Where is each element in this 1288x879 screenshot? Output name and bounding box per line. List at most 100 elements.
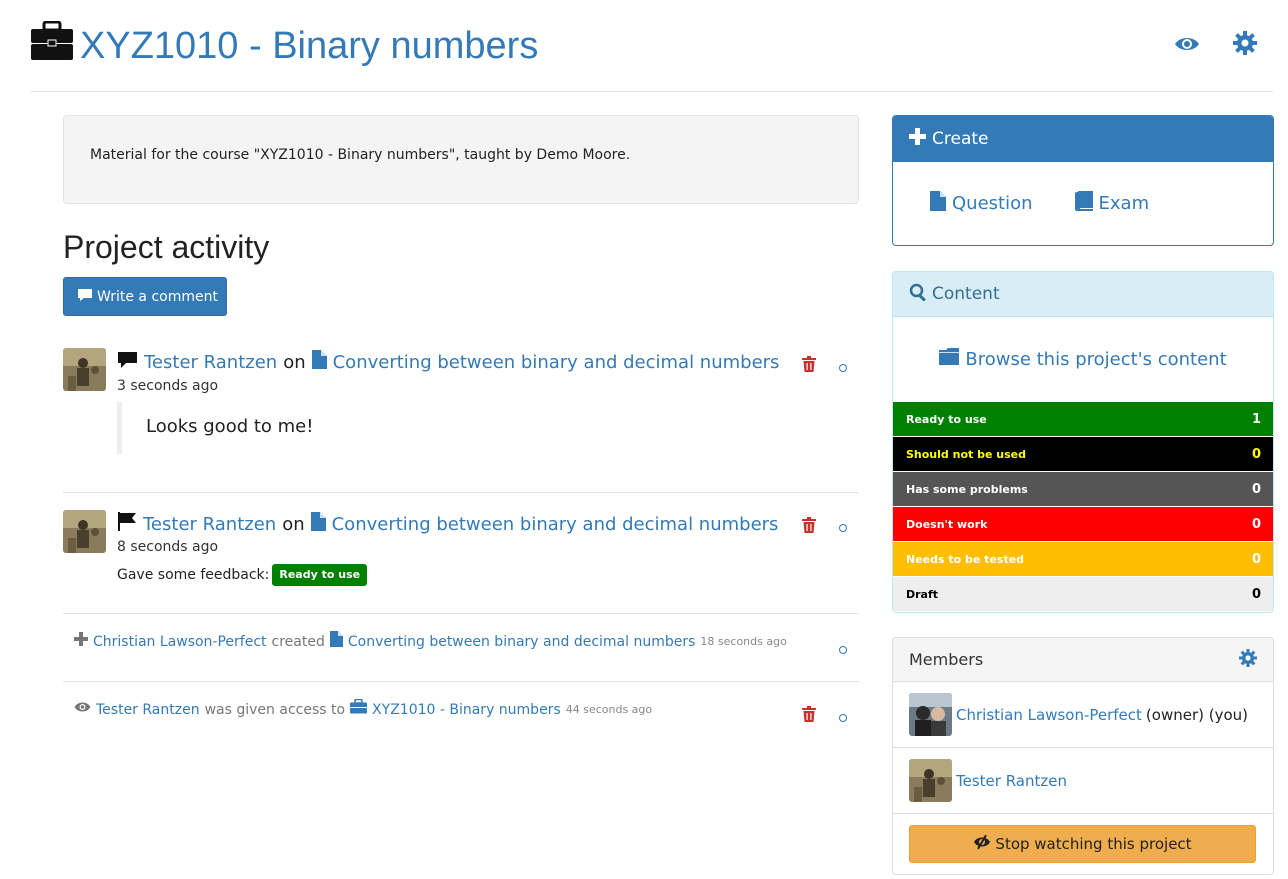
gear-icon[interactable] bbox=[1239, 648, 1257, 671]
member-role: (owner) (you) bbox=[1145, 705, 1249, 724]
status-label: Should not be used bbox=[906, 447, 1026, 461]
status-label: Needs to be tested bbox=[906, 552, 1025, 566]
write-comment-button[interactable]: Write a comment bbox=[63, 277, 227, 316]
trash-icon[interactable] bbox=[802, 517, 816, 533]
member-name-link[interactable]: Tester Rantzen bbox=[956, 772, 1067, 790]
divider bbox=[63, 681, 859, 682]
file-icon bbox=[930, 191, 946, 216]
gear-icon[interactable] bbox=[1233, 31, 1257, 55]
feedback-line: Gave some feedback: Ready to use bbox=[117, 564, 368, 586]
browse-content-link[interactable]: Browse this project's content bbox=[893, 317, 1273, 401]
question-link[interactable]: Converting between binary and decimal nu… bbox=[332, 513, 779, 537]
status-row[interactable]: Ready to use 1 bbox=[893, 401, 1273, 436]
plus-icon bbox=[909, 128, 926, 150]
eye-slash-icon bbox=[973, 834, 991, 854]
status-count: 0 bbox=[1251, 586, 1261, 602]
status-row[interactable]: Draft 0 bbox=[893, 576, 1273, 611]
feedback-prefix: Gave some feedback: bbox=[117, 567, 270, 583]
eye-icon[interactable] bbox=[1174, 31, 1200, 57]
eye-icon bbox=[74, 700, 91, 720]
divider bbox=[63, 492, 859, 493]
activity-item-3: Christian Lawson-Perfect created Convert… bbox=[74, 631, 787, 653]
write-comment-label: Write a comment bbox=[97, 288, 218, 305]
user-link[interactable]: Tester Rantzen bbox=[144, 351, 277, 375]
status-row[interactable]: Needs to be tested 0 bbox=[893, 541, 1273, 576]
permalink-icon[interactable] bbox=[839, 524, 847, 532]
page-title: XYZ1010 - Binary numbers bbox=[80, 25, 539, 67]
create-question-label: Question bbox=[952, 193, 1033, 214]
stop-watching-button[interactable]: Stop watching this project bbox=[909, 825, 1256, 863]
user-link[interactable]: Tester Rantzen bbox=[96, 700, 200, 720]
trash-icon[interactable] bbox=[802, 356, 816, 372]
question-link[interactable]: Converting between binary and decimal nu… bbox=[348, 632, 696, 652]
on-text: on bbox=[283, 352, 306, 373]
activity-item-2-header: Tester Rantzen on Converting between bin… bbox=[117, 511, 778, 538]
status-label: Doesn't work bbox=[906, 517, 988, 531]
permalink-icon[interactable] bbox=[839, 364, 847, 372]
member-row: Tester Rantzen bbox=[893, 748, 1273, 814]
comment-icon bbox=[117, 351, 138, 376]
status-count: 0 bbox=[1251, 516, 1261, 532]
briefcase-icon bbox=[350, 698, 368, 720]
member-name-link[interactable]: Christian Lawson-Perfect bbox=[956, 706, 1142, 724]
avatar[interactable] bbox=[63, 510, 106, 553]
create-exam-label: Exam bbox=[1098, 193, 1150, 214]
folder-icon bbox=[939, 348, 960, 370]
avatar[interactable] bbox=[909, 759, 952, 802]
create-panel-heading: Create bbox=[893, 116, 1273, 162]
status-badge: Ready to use bbox=[272, 564, 368, 586]
file-icon bbox=[329, 631, 343, 653]
status-list: Ready to use 1 Should not be used 0 Has some… bbox=[893, 401, 1273, 611]
book-icon bbox=[1074, 191, 1093, 216]
create-question-link[interactable]: Question bbox=[930, 191, 1033, 216]
avatar[interactable] bbox=[909, 693, 952, 736]
content-panel-title: Content bbox=[932, 284, 1000, 304]
activity-heading: Project activity bbox=[63, 229, 270, 265]
timestamp: 18 seconds ago bbox=[700, 635, 787, 648]
status-row[interactable]: Should not be used 0 bbox=[893, 436, 1273, 471]
status-count: 0 bbox=[1251, 481, 1261, 497]
permalink-icon[interactable] bbox=[839, 646, 847, 654]
project-description: Material for the course "XYZ1010 - Binar… bbox=[63, 115, 859, 204]
on-text: on bbox=[282, 513, 305, 535]
content-panel: Content Browse this project's content Re… bbox=[892, 271, 1274, 613]
status-row[interactable]: Has some problems 0 bbox=[893, 471, 1273, 506]
verb-text: was given access to bbox=[204, 701, 346, 718]
timestamp: 44 seconds ago bbox=[565, 702, 653, 716]
question-link[interactable]: Converting between binary and decimal nu… bbox=[333, 351, 780, 375]
status-label: Ready to use bbox=[906, 412, 987, 426]
file-icon bbox=[310, 511, 326, 538]
flag-icon bbox=[117, 511, 137, 538]
status-count: 1 bbox=[1251, 411, 1261, 427]
members-panel: Members Christian Lawson-Perfect (owner)… bbox=[892, 637, 1274, 875]
permalink-icon[interactable] bbox=[839, 714, 847, 722]
member-row: Christian Lawson-Perfect (owner) (you) bbox=[893, 682, 1273, 748]
comment-icon bbox=[77, 288, 93, 306]
header-divider bbox=[30, 91, 1273, 92]
status-count: 0 bbox=[1251, 446, 1261, 462]
stop-watching-label: Stop watching this project bbox=[995, 835, 1192, 853]
create-exam-link[interactable]: Exam bbox=[1074, 191, 1150, 216]
plus-icon bbox=[74, 632, 88, 652]
status-row[interactable]: Doesn't work 0 bbox=[893, 506, 1273, 541]
user-link[interactable]: Christian Lawson-Perfect bbox=[93, 632, 267, 652]
timestamp: 3 seconds ago bbox=[117, 378, 219, 394]
timestamp: 8 seconds ago bbox=[117, 539, 219, 555]
comment-text: Looks good to me! bbox=[117, 402, 517, 454]
status-count: 0 bbox=[1251, 551, 1261, 567]
content-panel-heading: Content bbox=[893, 272, 1273, 317]
search-icon bbox=[909, 283, 927, 306]
status-label: Draft bbox=[906, 587, 939, 601]
user-link[interactable]: Tester Rantzen bbox=[143, 513, 276, 537]
create-panel: Create Question Exam bbox=[892, 115, 1274, 246]
avatar[interactable] bbox=[63, 348, 106, 391]
status-label: Has some problems bbox=[906, 482, 1028, 496]
file-icon bbox=[311, 350, 327, 376]
project-link[interactable]: XYZ1010 - Binary numbers bbox=[372, 700, 561, 720]
divider bbox=[63, 613, 859, 614]
briefcase-icon bbox=[30, 20, 74, 61]
members-panel-title: Members bbox=[909, 650, 984, 669]
browse-content-label: Browse this project's content bbox=[965, 348, 1227, 370]
activity-item-4: Tester Rantzen was given access to XYZ10… bbox=[74, 698, 653, 720]
trash-icon[interactable] bbox=[802, 706, 816, 722]
